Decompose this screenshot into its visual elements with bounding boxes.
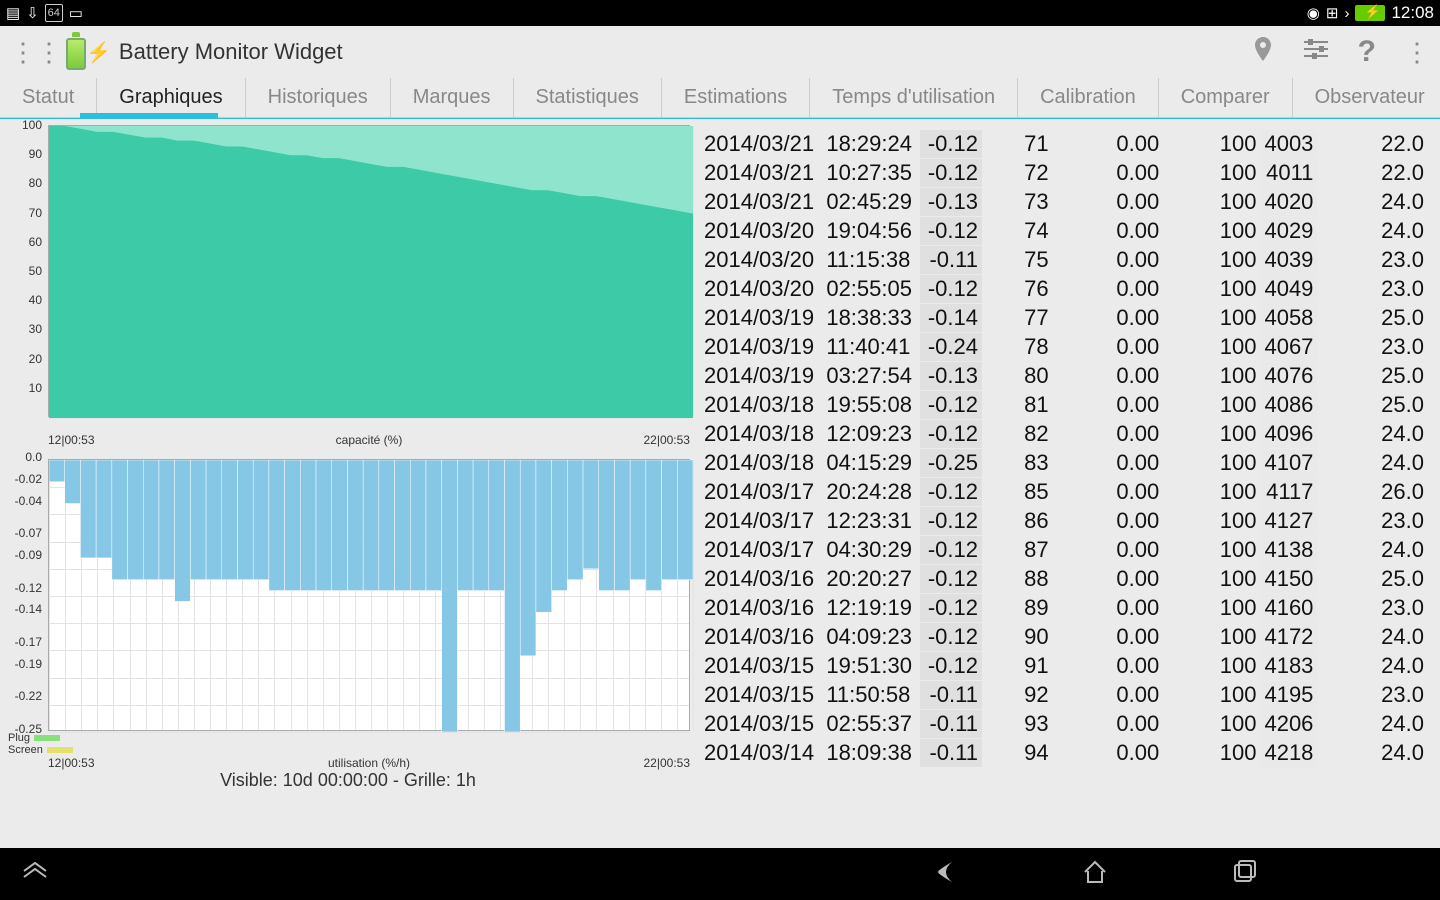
table-row[interactable]: 2014/03/20 19:04:56-0.12740.00100402924.…	[700, 217, 1428, 245]
table-row[interactable]: 2014/03/15 02:55:37-0.11930.00100420624.…	[700, 710, 1428, 738]
table-row[interactable]: 2014/03/16 20:20:27-0.12880.00100415025.…	[700, 565, 1428, 593]
table-row[interactable]: 2014/03/19 18:38:33-0.14770.00100405825.…	[700, 304, 1428, 332]
nav-home-icon[interactable]	[1080, 857, 1110, 892]
badge-64: 64	[45, 4, 63, 22]
table-row[interactable]: 2014/03/17 04:30:29-0.12870.00100413824.…	[700, 536, 1428, 564]
chart-usage[interactable]: 0.0-0.02-0.04-0.07-0.09-0.12-0.14-0.17-0…	[4, 457, 692, 732]
nav-bar	[0, 848, 1440, 900]
tab-temps-d-utilisation[interactable]: Temps d'utilisation	[810, 78, 1018, 117]
chart2-xend: 22|00:53	[644, 756, 691, 770]
chart1-xstart: 12|00:53	[48, 433, 95, 447]
table-row[interactable]: 2014/03/19 11:40:41-0.24780.00100406723.…	[700, 333, 1428, 361]
sd-icon: ▤	[6, 4, 20, 22]
tab-statistiques[interactable]: Statistiques	[514, 78, 662, 117]
tab-marques[interactable]: Marques	[391, 78, 514, 117]
chart1-xend: 22|00:53	[643, 433, 690, 447]
chart2-title: utilisation (%/h)	[328, 756, 410, 770]
legend-screen: Screen	[4, 744, 692, 756]
table-row[interactable]: 2014/03/18 04:15:29-0.25830.00100410724.…	[700, 449, 1428, 477]
table-row[interactable]: 2014/03/20 11:15:38-0.11750.00100403923.…	[700, 246, 1428, 274]
legend-plug: Plug	[4, 732, 692, 744]
download-icon: ⇩	[26, 4, 39, 22]
table-row[interactable]: 2014/03/20 02:55:05-0.12760.00100404923.…	[700, 275, 1428, 303]
wifi-icon: ◉	[1307, 4, 1320, 22]
tab-historiques[interactable]: Historiques	[246, 78, 391, 117]
table-row[interactable]: 2014/03/18 19:55:08-0.12810.00100408625.…	[700, 391, 1428, 419]
tab-bar: StatutGraphiquesHistoriquesMarquesStatis…	[0, 78, 1440, 118]
settings-sliders-icon[interactable]	[1302, 37, 1330, 68]
drag-handle-icon[interactable]: ⋮⋮	[10, 37, 62, 68]
help-icon[interactable]: ?	[1358, 35, 1376, 69]
tab-graphiques[interactable]: Graphiques	[97, 78, 245, 117]
tab-calibration[interactable]: Calibration	[1018, 78, 1159, 117]
table-row[interactable]: 2014/03/15 11:50:58-0.11920.00100419523.…	[700, 681, 1428, 709]
overflow-icon[interactable]: ⋮	[1404, 37, 1430, 68]
app-bar: ⋮⋮ ⚡ Battery Monitor Widget ? ⋮	[0, 26, 1440, 78]
chart-capacity[interactable]: 102030405060708090100	[4, 123, 692, 433]
nav-expand-icon[interactable]	[20, 857, 50, 892]
charts-pane: 102030405060708090100 12|00:53 capacité …	[0, 119, 700, 848]
tab-estimations[interactable]: Estimations	[662, 78, 810, 117]
table-row[interactable]: 2014/03/14 18:09:38-0.11940.00100421824.…	[700, 739, 1428, 767]
nav-back-icon[interactable]	[930, 857, 960, 892]
table-row[interactable]: 2014/03/21 10:27:35-0.12720.00100401122.…	[700, 159, 1428, 187]
nav-recent-icon[interactable]	[1230, 857, 1260, 892]
data-table: 2014/03/21 18:29:24-0.12710.00100400322.…	[700, 129, 1428, 768]
tab-observateur[interactable]: Observateur	[1293, 78, 1440, 117]
table-row[interactable]: 2014/03/21 02:45:29-0.13730.00100402024.…	[700, 188, 1428, 216]
table-row[interactable]: 2014/03/17 20:24:28-0.12850.00100411726.…	[700, 478, 1428, 506]
battery-status-icon	[1355, 5, 1385, 21]
tab-statut[interactable]: Statut	[0, 78, 97, 117]
table-row[interactable]: 2014/03/19 03:27:54-0.13800.00100407625.…	[700, 362, 1428, 390]
table-row[interactable]: 2014/03/16 12:19:19-0.12890.00100416023.…	[700, 594, 1428, 622]
table-row[interactable]: 2014/03/15 19:51:30-0.12910.00100418324.…	[700, 652, 1428, 680]
table-row[interactable]: 2014/03/18 12:09:23-0.12820.00100409624.…	[700, 420, 1428, 448]
tab-indicator	[80, 113, 218, 118]
tab-comparer[interactable]: Comparer	[1159, 78, 1293, 117]
forward-icon: ›	[1344, 5, 1349, 22]
chart2-xstart: 12|00:53	[48, 756, 95, 770]
image-icon: ▭	[69, 4, 83, 22]
table-row[interactable]: 2014/03/16 04:09:23-0.12900.00100417224.…	[700, 623, 1428, 651]
chart-footer: Visible: 10d 00:00:00 - Grille: 1h	[4, 770, 692, 791]
signal-icon: ⊞	[1326, 4, 1339, 22]
chart1-title: capacité (%)	[336, 433, 403, 447]
location-icon[interactable]	[1252, 35, 1274, 70]
app-icon	[62, 32, 90, 72]
clock: 12:08	[1391, 3, 1434, 23]
data-table-pane[interactable]: 2014/03/21 18:29:24-0.12710.00100400322.…	[700, 119, 1440, 848]
table-row[interactable]: 2014/03/17 12:23:31-0.12860.00100412723.…	[700, 507, 1428, 535]
status-bar: ▤ ⇩ 64 ▭ ◉ ⊞ › 12:08	[0, 0, 1440, 26]
table-row[interactable]: 2014/03/21 18:29:24-0.12710.00100400322.…	[700, 130, 1428, 158]
app-title: Battery Monitor Widget	[119, 39, 343, 65]
